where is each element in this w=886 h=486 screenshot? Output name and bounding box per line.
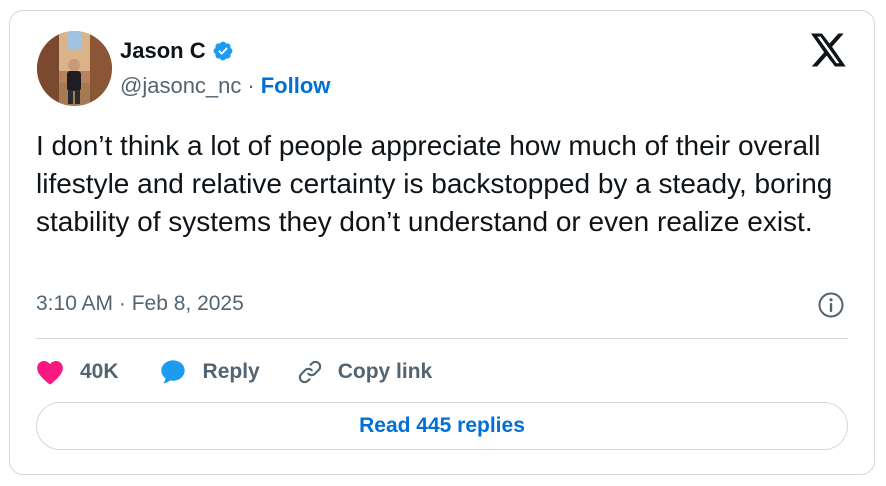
author-name-row: Jason C <box>120 38 234 64</box>
tweet-timestamp[interactable]: 3:10 AM · Feb 8, 2025 <box>36 291 244 317</box>
follow-button[interactable]: Follow <box>261 73 331 99</box>
copy-link-label: Copy link <box>337 360 433 383</box>
like-count: 40K <box>80 360 119 383</box>
link-icon <box>296 358 324 386</box>
separator-dot: · <box>247 73 255 98</box>
avatar[interactable] <box>37 31 112 106</box>
verified-badge-icon <box>212 40 234 62</box>
tweet-text: I don’t think a lot of people appreciate… <box>36 130 833 237</box>
copy-link-button[interactable]: Copy link <box>296 358 433 386</box>
info-icon[interactable] <box>817 291 845 319</box>
reply-button[interactable]: Reply <box>159 358 260 386</box>
author-handle[interactable]: @jasonc_nc <box>120 73 241 99</box>
author-name[interactable]: Jason C <box>120 38 206 64</box>
reply-label: Reply <box>202 360 260 383</box>
tweet-card: Jason C @jasonc_nc · Follow I don’t thin… <box>9 10 875 475</box>
read-replies-label: Read 445 replies <box>359 414 525 437</box>
like-button[interactable]: 40K <box>36 359 119 385</box>
reply-bubble-icon <box>159 358 187 386</box>
handle-row: @jasonc_nc · Follow <box>120 73 330 99</box>
read-replies-button[interactable]: Read 445 replies <box>36 402 848 450</box>
x-logo-icon[interactable] <box>811 33 847 67</box>
heart-icon <box>36 359 64 385</box>
action-bar: 40K Reply Copy link <box>36 354 432 390</box>
divider <box>36 338 848 339</box>
